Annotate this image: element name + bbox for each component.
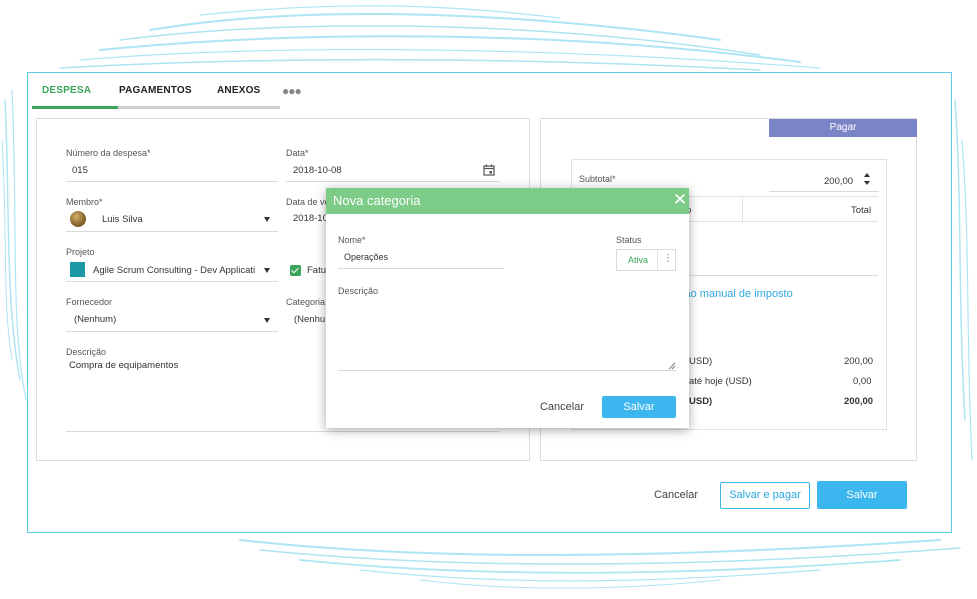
save-and-pay-button[interactable]: Salvar e pagar bbox=[720, 482, 810, 509]
descricao-label: Descrição bbox=[66, 347, 107, 357]
pagar-button[interactable]: Pagar bbox=[769, 119, 917, 137]
data-input[interactable]: 2018-10-08 bbox=[293, 165, 342, 176]
kebab-menu-icon[interactable]: ⋮ bbox=[663, 253, 673, 265]
tab-pagamentos[interactable]: PAGAMENTOS bbox=[119, 85, 192, 96]
stepper-icon[interactable] bbox=[863, 171, 871, 187]
project-color-swatch bbox=[70, 262, 85, 277]
summary-value-paid: 0,00 bbox=[853, 376, 872, 387]
summary-value-subtotal: 200,00 bbox=[844, 356, 874, 367]
numero-underline bbox=[66, 181, 278, 182]
projeto-select[interactable]: Agile Scrum Consulting - Dev Applicati bbox=[93, 265, 258, 276]
dialog-nome-input[interactable]: Operações bbox=[344, 252, 388, 262]
dialog-descricao-textarea[interactable] bbox=[338, 298, 676, 370]
ellipsis-icon[interactable]: ●●● bbox=[282, 84, 302, 98]
numero-input[interactable]: 015 bbox=[72, 165, 88, 176]
dialog-save-button[interactable]: Salvar bbox=[602, 396, 676, 418]
dialog-descricao-underline bbox=[338, 370, 676, 371]
status-value: Ativa bbox=[628, 255, 649, 265]
categoria-label: Categoria bbox=[286, 297, 326, 307]
close-icon[interactable]: ✕ bbox=[672, 189, 688, 211]
summary-label-paid: até hoje (USD) bbox=[689, 376, 752, 387]
tab-despesa[interactable]: DESPESA bbox=[42, 85, 91, 96]
resize-handle-icon[interactable] bbox=[668, 362, 676, 370]
new-category-dialog: Nova categoria ✕ Nome* Operações Status … bbox=[326, 188, 689, 428]
column-header-total: Total bbox=[851, 205, 872, 216]
chevron-down-icon[interactable] bbox=[264, 268, 270, 273]
summary-label-total: USD) bbox=[689, 396, 713, 407]
save-button[interactable]: Salvar bbox=[817, 481, 907, 509]
dialog-header: Nova categoria ✕ bbox=[326, 188, 689, 214]
dialog-title: Nova categoria bbox=[333, 193, 421, 208]
data-vencimento-input[interactable]: 2018-10 bbox=[293, 213, 328, 224]
column-divider bbox=[742, 197, 743, 222]
data-vencimento-label: Data de ve bbox=[286, 197, 330, 207]
subtotal-input[interactable]: 200,00 bbox=[824, 176, 853, 187]
fornecedor-underline bbox=[66, 331, 278, 332]
active-tab-indicator bbox=[32, 106, 118, 109]
data-label: Data* bbox=[286, 148, 309, 158]
dialog-status-label: Status bbox=[616, 235, 642, 245]
summary-label-subtotal: USD) bbox=[689, 356, 713, 367]
chevron-down-icon[interactable] bbox=[264, 318, 270, 323]
descricao-underline bbox=[66, 431, 500, 432]
dialog-nome-label: Nome* bbox=[338, 235, 366, 245]
subtotal-underline bbox=[769, 191, 879, 192]
projeto-label: Projeto bbox=[66, 247, 95, 257]
dialog-status-select[interactable]: Ativa ⋮ bbox=[616, 249, 676, 271]
subtotal-label: Subtotal* bbox=[579, 174, 616, 184]
data-underline bbox=[286, 181, 500, 182]
membro-underline bbox=[66, 231, 278, 232]
dialog-nome-underline bbox=[338, 268, 504, 269]
summary-value-total: 200,00 bbox=[844, 396, 874, 407]
tab-bar: DESPESA PAGAMENTOS ANEXOS bbox=[32, 73, 280, 109]
fornecedor-label: Fornecedor bbox=[66, 297, 113, 307]
projeto-underline bbox=[66, 281, 278, 282]
fornecedor-select[interactable]: (Nenhum) bbox=[74, 314, 116, 325]
cancel-button[interactable]: Cancelar bbox=[642, 482, 710, 509]
categoria-select[interactable]: (Nenhu bbox=[294, 314, 325, 325]
calendar-icon[interactable] bbox=[483, 164, 495, 176]
membro-select[interactable]: Luis Silva bbox=[102, 214, 143, 225]
manual-tax-link[interactable]: ção manual de imposto bbox=[679, 288, 793, 300]
dialog-cancel-button[interactable]: Cancelar bbox=[534, 396, 590, 418]
numero-label: Número da despesa* bbox=[66, 148, 151, 158]
chevron-down-icon[interactable] bbox=[264, 217, 270, 222]
faturavel-checkbox[interactable] bbox=[290, 265, 301, 276]
membro-label: Membro* bbox=[66, 197, 103, 207]
tab-anexos[interactable]: ANEXOS bbox=[217, 85, 260, 96]
member-avatar bbox=[70, 211, 86, 227]
descricao-textarea[interactable]: Compra de equipamentos bbox=[69, 360, 178, 371]
status-divider bbox=[657, 250, 658, 270]
dialog-descricao-label: Descrição bbox=[338, 286, 379, 296]
